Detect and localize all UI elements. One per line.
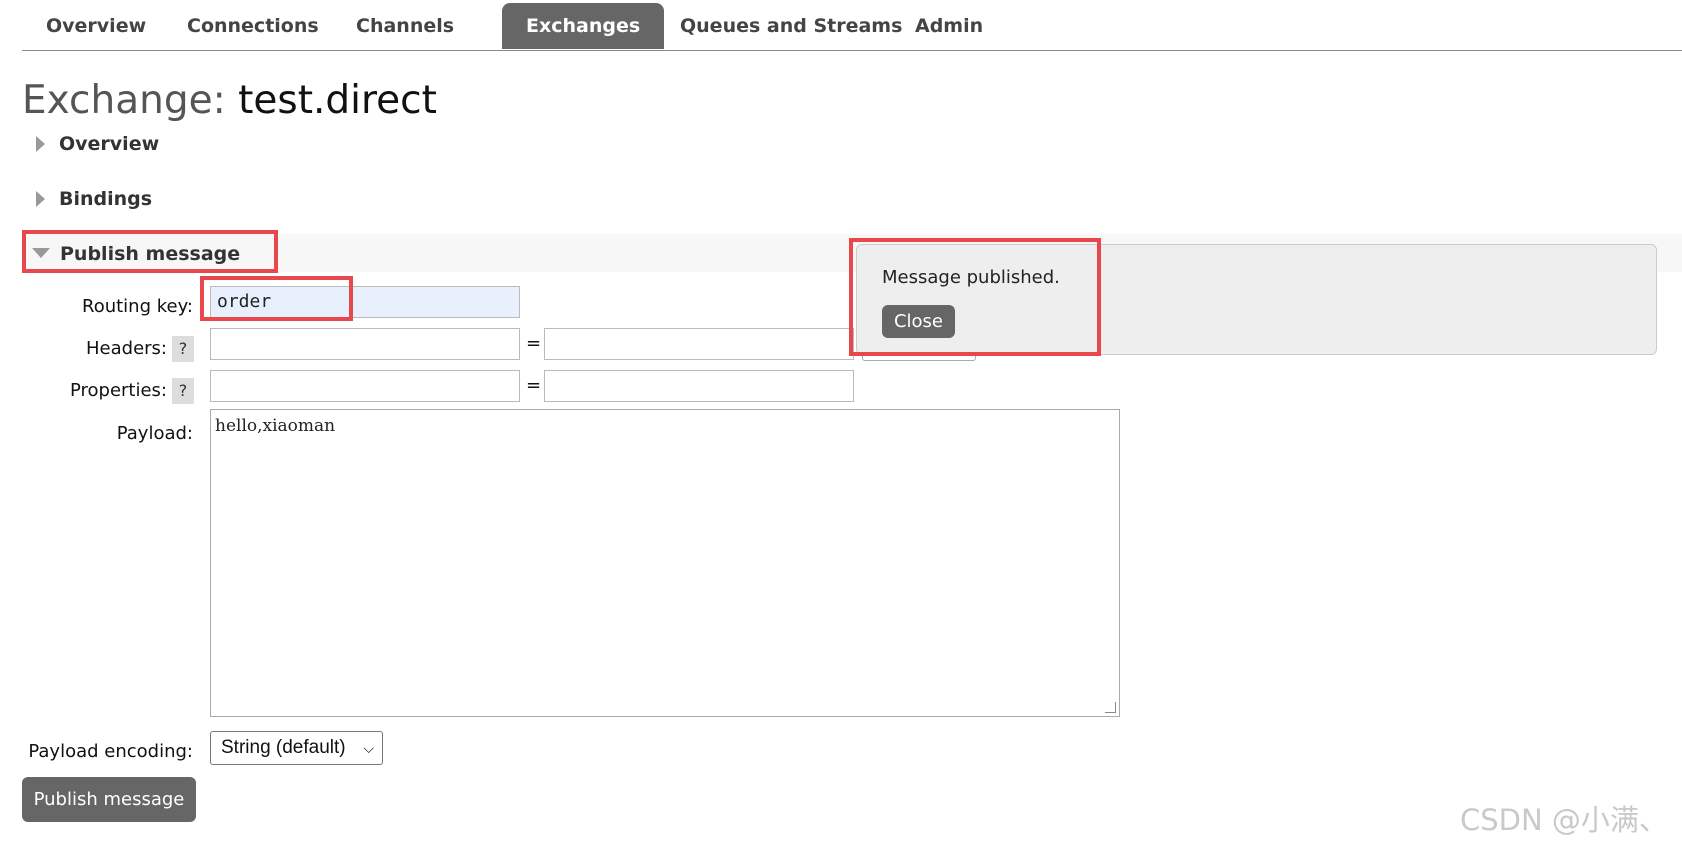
routing-key-input[interactable]: order — [210, 286, 520, 318]
tab-queues-and-streams[interactable]: Queues and Streams — [656, 3, 926, 49]
section-overview[interactable]: Overview — [22, 126, 159, 162]
notification-message: Message published. — [882, 267, 1060, 288]
exchange-name: test.direct — [238, 78, 437, 123]
tab-exchanges[interactable]: Exchanges — [502, 3, 665, 49]
property-equals-sign: = — [526, 375, 542, 396]
properties-label: Properties: — [69, 380, 167, 401]
payload-label: Payload: — [116, 423, 193, 444]
section-bindings[interactable]: Bindings — [22, 181, 152, 217]
expand-arrow-icon — [36, 191, 45, 207]
section-bindings-label: Bindings — [59, 188, 153, 210]
page-title: Exchange: test.direct — [22, 78, 437, 123]
tab-admin[interactable]: Admin — [891, 3, 1007, 49]
tab-channels[interactable]: Channels — [332, 3, 478, 49]
notification-popup: Message published. Close — [856, 244, 1657, 355]
payload-encoding-select[interactable]: String (default) ⌵ — [210, 731, 383, 765]
tab-overview[interactable]: Overview — [22, 3, 170, 49]
payload-encoding-value: String (default) — [221, 737, 346, 758]
chevron-down-icon: ⌵ — [363, 740, 374, 756]
header-equals-sign: = — [526, 333, 542, 354]
expand-arrow-icon — [36, 136, 45, 152]
headers-help-icon[interactable]: ? — [172, 336, 194, 362]
header-value-input[interactable] — [544, 328, 854, 360]
section-publish-message[interactable]: Publish message — [22, 236, 240, 272]
main-nav: Overview Connections Channels Exchanges … — [22, 0, 1682, 51]
publish-message-button[interactable]: Publish message — [22, 777, 196, 822]
headers-label: Headers: — [86, 338, 167, 359]
watermark: CSDN @小满、 — [1460, 803, 1668, 837]
payload-encoding-label: Payload encoding: — [28, 741, 193, 762]
header-key-input[interactable] — [210, 328, 520, 360]
section-overview-label: Overview — [59, 133, 160, 155]
property-value-input[interactable] — [544, 370, 854, 402]
routing-key-label: Routing key: — [82, 296, 193, 317]
payload-textarea[interactable]: hello,xiaoman — [210, 409, 1120, 717]
property-key-input[interactable] — [210, 370, 520, 402]
collapse-arrow-icon — [32, 248, 50, 258]
section-publish-label: Publish message — [60, 243, 241, 265]
tab-connections[interactable]: Connections — [163, 3, 343, 49]
properties-help-icon[interactable]: ? — [172, 378, 194, 404]
resize-handle-icon[interactable] — [1105, 702, 1116, 713]
payload-text: hello,xiaoman — [215, 416, 336, 436]
close-button[interactable]: Close — [882, 305, 955, 338]
page-title-prefix: Exchange: — [22, 78, 226, 123]
